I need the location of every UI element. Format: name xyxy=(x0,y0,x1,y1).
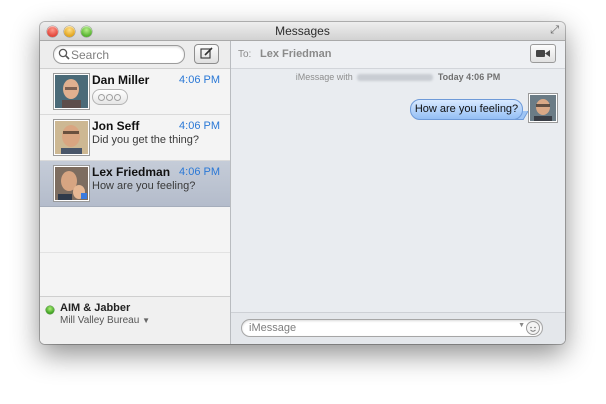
message-time: 4:06 PM xyxy=(179,74,220,86)
message-input[interactable] xyxy=(249,320,519,336)
status-label: Mill Valley Bureau xyxy=(60,315,140,326)
message-snippet: How are you feeling? xyxy=(92,180,196,192)
status-available-icon xyxy=(46,306,54,314)
window-title: Messages xyxy=(275,24,330,38)
search-field[interactable] xyxy=(53,45,185,64)
meta-prefix: iMessage with xyxy=(295,72,353,82)
contact-name: Dan Miller xyxy=(92,73,150,87)
contact-name: Lex Friedman xyxy=(92,165,171,179)
message-time: 4:06 PM xyxy=(179,120,220,132)
sidebar-toolbar xyxy=(40,41,230,69)
conversation-header: To: Lex Friedman xyxy=(231,41,565,69)
fullscreen-icon[interactable]: ⤢ xyxy=(550,24,559,37)
emoji-icon[interactable] xyxy=(526,321,540,335)
message-meta: iMessage with Today 4:06 PM xyxy=(231,72,565,82)
account-status[interactable]: AIM & Jabber Mill Valley Bureau ▼ xyxy=(40,296,230,344)
account-status-text[interactable]: Mill Valley Bureau ▼ xyxy=(60,315,150,326)
avatar xyxy=(54,120,89,155)
conversation-item[interactable]: Jon Seff 4:06 PM Did you get the thing? xyxy=(40,115,230,161)
empty-list-row xyxy=(40,253,230,299)
compose-icon xyxy=(200,47,213,59)
avatar xyxy=(54,74,89,109)
message-field[interactable]: ▼ xyxy=(241,319,543,337)
contact-name: Jon Seff xyxy=(92,119,140,133)
messages-window: Messages ⤢ Dan Miller xyxy=(40,22,565,344)
video-call-button[interactable] xyxy=(530,44,556,63)
title-bar: Messages ⤢ xyxy=(40,22,565,41)
account-name: AIM & Jabber xyxy=(60,302,131,314)
redacted-address xyxy=(357,74,434,82)
search-icon xyxy=(58,48,70,60)
compose-bar: ▼ xyxy=(231,312,565,344)
dropdown-arrow-icon: ▼ xyxy=(142,316,150,325)
message-bubble: How are you feeling? xyxy=(410,99,523,120)
conversation-item-selected[interactable]: Lex Friedman 4:06 PM How are you feeling… xyxy=(40,161,230,207)
sidebar: Dan Miller 4:06 PM Jon Seff 4:06 PM Did … xyxy=(40,41,231,344)
recipient-name[interactable]: Lex Friedman xyxy=(260,48,332,60)
search-input[interactable] xyxy=(71,46,176,63)
empty-list-row xyxy=(40,207,230,253)
video-camera-icon xyxy=(536,50,550,57)
compose-button[interactable] xyxy=(194,44,219,64)
avatar xyxy=(54,166,89,201)
conversation-pane: To: Lex Friedman iMessage with Today 4:0… xyxy=(231,41,565,344)
meta-time: Today 4:06 PM xyxy=(437,72,501,82)
to-label: To: xyxy=(238,49,252,60)
typing-indicator-icon xyxy=(92,89,128,105)
message-time: 4:06 PM xyxy=(179,166,220,178)
emoji-dropdown-icon[interactable]: ▼ xyxy=(518,322,525,329)
message-snippet: Did you get the thing? xyxy=(92,134,200,146)
conversation-item[interactable]: Dan Miller 4:06 PM xyxy=(40,69,230,115)
avatar xyxy=(529,94,557,122)
